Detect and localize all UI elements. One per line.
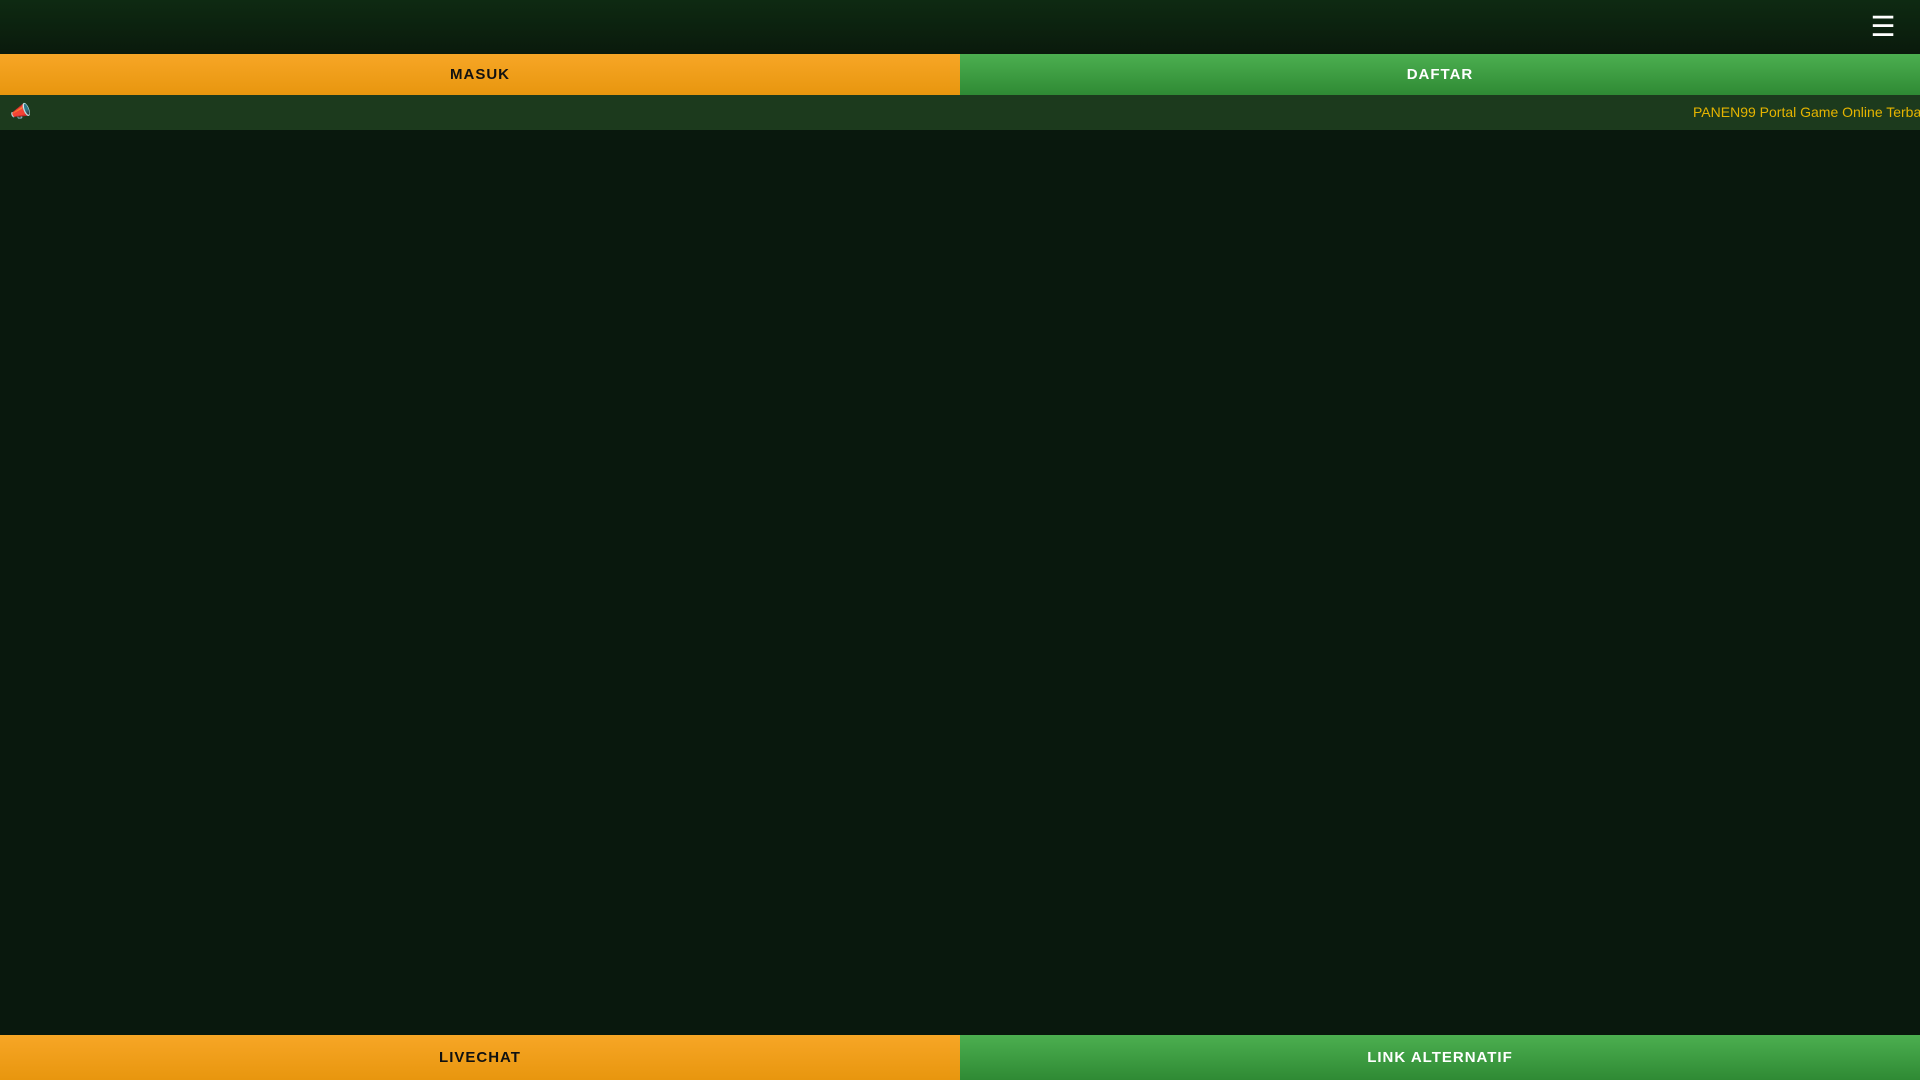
megaphone-icon: 📣 bbox=[10, 102, 32, 121]
livechat-button[interactable]: LIVECHAT bbox=[0, 1035, 960, 1080]
hamburger-menu-icon[interactable]: ☰ bbox=[1868, 12, 1898, 42]
register-button[interactable]: DAFTAR bbox=[960, 54, 1920, 95]
announcement-ticker: 📣 PANEN99 Portal Game Online Terbaik a bbox=[0, 95, 1920, 130]
header: ☰ bbox=[0, 0, 1920, 54]
alternative-link-button[interactable]: LINK ALTERNATIF bbox=[960, 1035, 1920, 1080]
login-button[interactable]: MASUK bbox=[0, 54, 960, 95]
bottom-bar: LIVECHAT LINK ALTERNATIF bbox=[0, 1035, 1920, 1080]
ticker-text: PANEN99 Portal Game Online Terbaik a bbox=[1693, 104, 1920, 120]
auth-buttons: MASUK DAFTAR bbox=[0, 54, 1920, 95]
